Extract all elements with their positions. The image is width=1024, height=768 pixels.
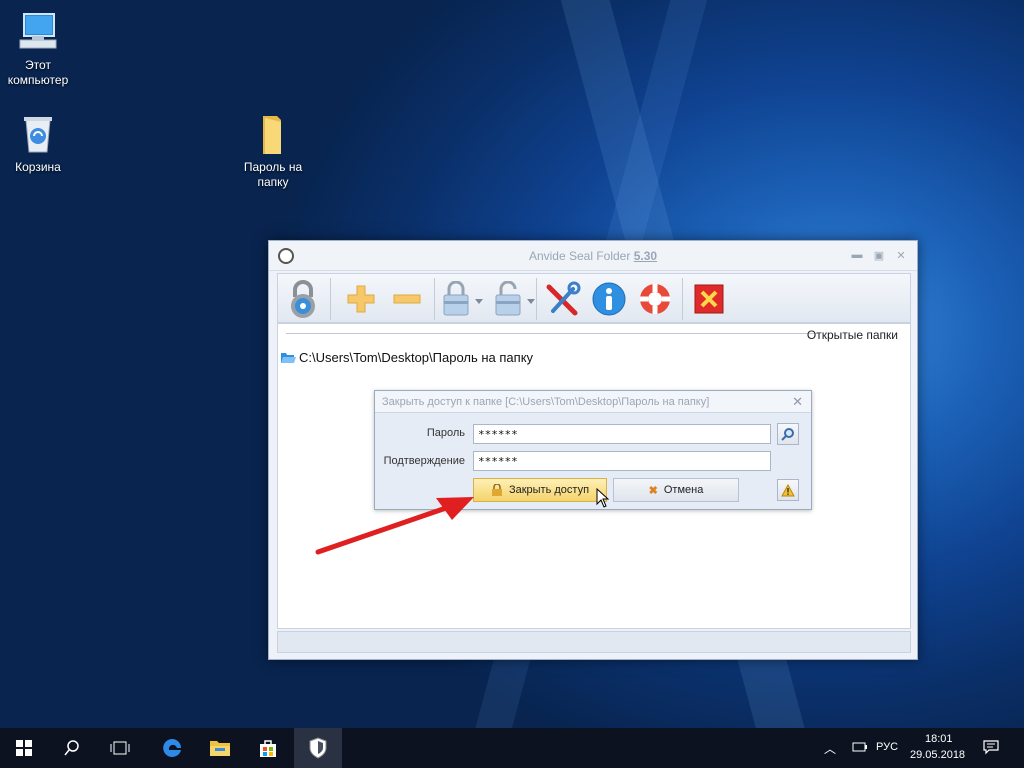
lifebuoy-icon xyxy=(640,284,670,314)
computer-icon xyxy=(16,10,60,54)
desktop-icon-this-pc[interactable]: Этот компьютер xyxy=(0,10,76,88)
close-icon[interactable]: ✕ xyxy=(895,249,907,262)
start-button[interactable] xyxy=(0,728,48,768)
lock-folder-dialog: Закрыть доступ к папке [C:\Users\Tom\Des… xyxy=(374,390,812,510)
desktop: Этот компьютер Корзина Пароль на папку A… xyxy=(0,0,1024,728)
warning-icon xyxy=(781,483,795,496)
panel-header: Открытые папки xyxy=(806,328,898,342)
show-hidden-icons-chevron-icon[interactable]: ︿ xyxy=(824,740,836,757)
exit-x-icon xyxy=(694,284,724,314)
window-titlebar[interactable]: Anvide Seal Folder 5.30 ▬ ▣ ✕ xyxy=(269,241,917,271)
warning-button[interactable] xyxy=(777,479,799,501)
add-folder-button[interactable] xyxy=(340,278,382,320)
action-center-icon[interactable] xyxy=(983,739,999,760)
help-button[interactable] xyxy=(634,278,676,320)
password-label: Пароль xyxy=(426,427,465,439)
search-icon xyxy=(64,740,79,756)
cancel-x-icon: ✖ xyxy=(648,484,658,497)
closed-lock-dropdown-icon xyxy=(443,281,483,316)
input-language[interactable]: РУС xyxy=(876,741,898,753)
mouse-cursor-icon xyxy=(596,488,610,508)
open-access-button[interactable] xyxy=(490,278,540,320)
maximize-icon[interactable]: ▣ xyxy=(873,249,885,262)
shield-icon xyxy=(309,737,327,759)
window-version[interactable]: 5.30 xyxy=(634,249,657,263)
dialog-title: Закрыть доступ к папке [C:\Users\Tom\Des… xyxy=(382,396,710,408)
search-button[interactable] xyxy=(48,728,96,768)
cancel-label: Отмена xyxy=(663,484,704,496)
close-access-confirm-button[interactable]: Закрыть доступ xyxy=(473,478,607,502)
confirm-label: Подтверждение xyxy=(383,455,465,467)
close-access-label: Закрыть доступ xyxy=(508,484,590,496)
desktop-icon-label: Корзина xyxy=(15,160,61,174)
desktop-icon-label: Этот компьютер xyxy=(7,58,69,87)
password-field[interactable]: ****** xyxy=(473,424,771,444)
settings-button[interactable] xyxy=(542,278,584,320)
window-title: Anvide Seal Folder 5.30 xyxy=(269,249,917,263)
exit-button[interactable] xyxy=(688,278,730,320)
close-access-button[interactable] xyxy=(438,278,488,320)
folder-path: C:\Users\Tom\Desktop\Пароль на папку xyxy=(299,350,534,365)
task-view-icon xyxy=(110,741,130,755)
minimize-icon[interactable]: ▬ xyxy=(851,249,863,262)
battery-icon[interactable] xyxy=(852,740,868,757)
window-title-text: Anvide Seal Folder xyxy=(528,249,631,263)
task-view-button[interactable] xyxy=(96,728,144,768)
explorer-button[interactable] xyxy=(196,728,244,768)
anvide-taskbar-button[interactable] xyxy=(294,728,342,768)
store-icon xyxy=(260,740,276,757)
folder-icon xyxy=(251,112,295,156)
store-button[interactable] xyxy=(244,728,292,768)
open-lock-dropdown-icon xyxy=(495,281,535,316)
dialog-close-icon[interactable]: ✕ xyxy=(792,394,803,410)
info-button[interactable] xyxy=(588,278,630,320)
desktop-icon-folder[interactable]: Пароль на папку xyxy=(235,112,311,190)
desktop-icon-recycle-bin[interactable]: Корзина xyxy=(0,112,76,175)
statusbar xyxy=(277,631,911,653)
lock-icon xyxy=(491,484,502,496)
lock-app-button[interactable] xyxy=(282,278,324,320)
edge-icon xyxy=(163,739,181,757)
plus-icon xyxy=(347,285,375,313)
desktop-icon-label: Пароль на папку xyxy=(243,160,303,189)
minus-icon xyxy=(393,294,421,304)
file-explorer-icon xyxy=(210,741,230,756)
show-password-button[interactable] xyxy=(777,423,799,445)
remove-folder-button[interactable] xyxy=(386,278,428,320)
dialog-titlebar[interactable]: Закрыть доступ к папке [C:\Users\Tom\Des… xyxy=(375,391,811,413)
edge-button[interactable] xyxy=(148,728,196,768)
wrench-screwdriver-icon xyxy=(546,281,581,316)
toolbar xyxy=(277,273,911,323)
panel-divider xyxy=(286,333,818,334)
info-icon xyxy=(592,282,626,316)
cancel-button[interactable]: ✖ Отмена xyxy=(613,478,739,502)
taskbar: ︿ РУС 18:01 29.05.2018 xyxy=(0,728,1024,768)
padlock-icon xyxy=(291,280,315,318)
windows-logo-icon xyxy=(16,740,32,756)
clock-date[interactable]: 29.05.2018 xyxy=(910,749,965,761)
open-folder-icon xyxy=(281,352,296,363)
magnifier-icon xyxy=(781,428,794,441)
folder-list-item[interactable]: C:\Users\Tom\Desktop\Пароль на папку xyxy=(280,350,533,365)
confirm-password-field[interactable]: ****** xyxy=(473,451,771,471)
recycle-bin-icon xyxy=(16,112,60,156)
clock-time[interactable]: 18:01 xyxy=(925,733,953,745)
